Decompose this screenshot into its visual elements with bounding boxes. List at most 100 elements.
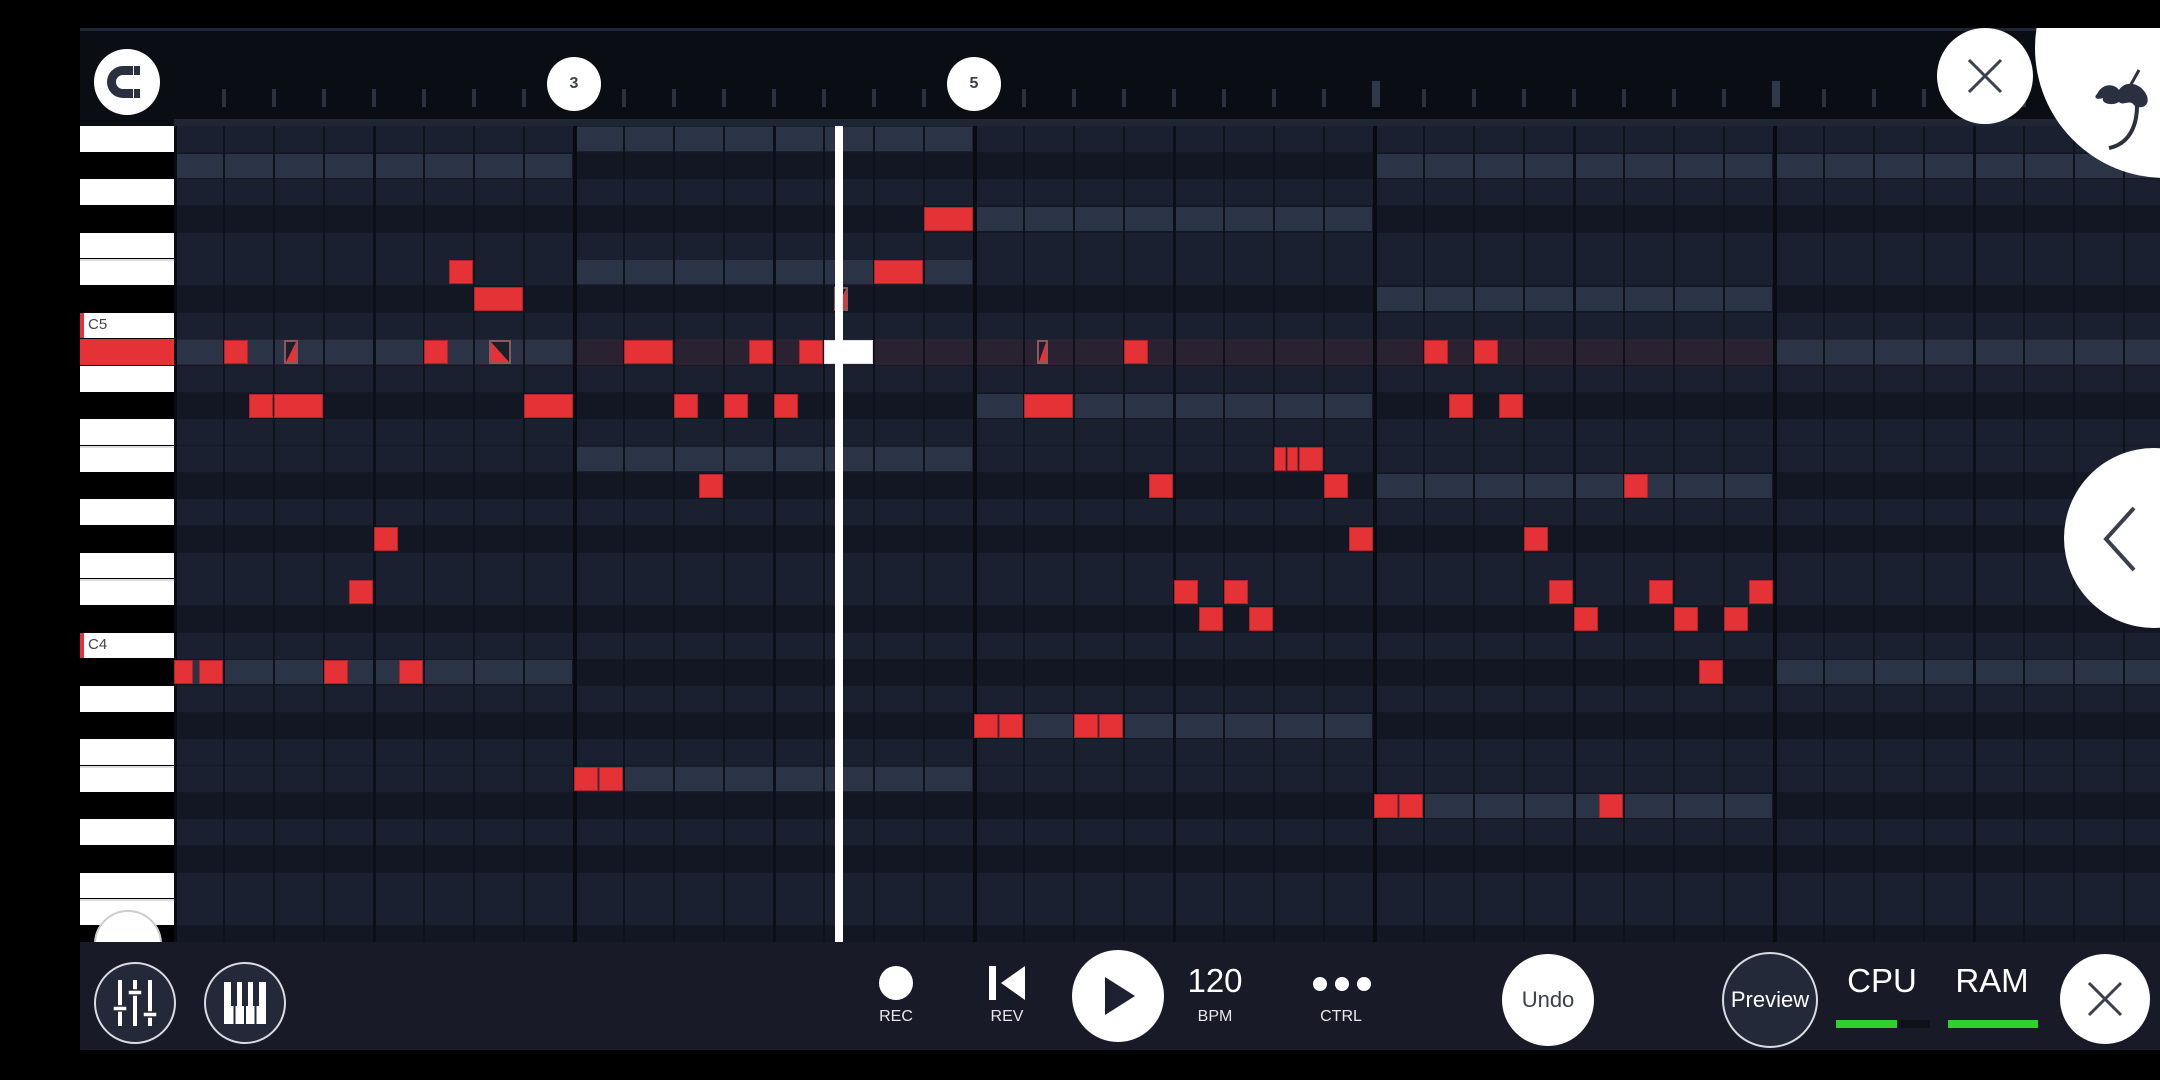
- piano-key-white[interactable]: [80, 126, 174, 152]
- piano-key-white[interactable]: [80, 366, 174, 392]
- note[interactable]: [1124, 340, 1148, 365]
- playhead[interactable]: [835, 126, 843, 942]
- close-piano-roll-button[interactable]: [1937, 28, 2033, 124]
- note[interactable]: [1649, 580, 1673, 605]
- note[interactable]: [374, 527, 398, 552]
- note[interactable]: [699, 473, 723, 498]
- piano-key-white[interactable]: [80, 766, 174, 792]
- bar-marker[interactable]: 3: [547, 57, 601, 111]
- piano-key-white[interactable]: [80, 232, 174, 259]
- note[interactable]: [1599, 793, 1623, 818]
- play-button[interactable]: [1072, 950, 1164, 1042]
- note[interactable]: [1249, 607, 1273, 632]
- grid-row[interactable]: [174, 446, 2160, 473]
- note[interactable]: [349, 580, 373, 605]
- grid-row[interactable]: [174, 579, 2160, 606]
- timeline-ruler[interactable]: 35: [80, 28, 2160, 129]
- note[interactable]: [799, 340, 823, 365]
- piano-roll-button[interactable]: [204, 962, 286, 1044]
- note[interactable]: [1274, 447, 1286, 472]
- note-grid[interactable]: [174, 126, 2160, 942]
- note[interactable]: [174, 660, 193, 685]
- note[interactable]: [249, 393, 273, 418]
- close-toolbar-button[interactable]: [2060, 954, 2150, 1044]
- note[interactable]: [1699, 660, 1723, 685]
- undo-button[interactable]: Undo: [1502, 954, 1594, 1046]
- ctrl-button[interactable]: [1312, 976, 1372, 992]
- grid-row[interactable]: [174, 526, 2160, 553]
- bar-marker[interactable]: 5: [947, 57, 1001, 111]
- grid-row[interactable]: [174, 926, 2160, 942]
- mixer-button[interactable]: [94, 962, 176, 1044]
- note[interactable]: [1549, 580, 1573, 605]
- rewind-button[interactable]: [989, 966, 1025, 1000]
- note[interactable]: [1149, 473, 1173, 498]
- note[interactable]: [874, 260, 923, 285]
- note[interactable]: [1174, 580, 1198, 605]
- note-short[interactable]: [489, 340, 511, 365]
- note[interactable]: [1286, 447, 1298, 472]
- piano-key-white[interactable]: [80, 259, 174, 285]
- note[interactable]: [749, 340, 773, 365]
- piano-key-white[interactable]: [80, 446, 174, 472]
- grid-row[interactable]: [174, 606, 2160, 633]
- note[interactable]: [199, 660, 223, 685]
- snap-magnet-button[interactable]: [94, 49, 160, 115]
- grid-row[interactable]: [174, 312, 2160, 339]
- piano-keyboard[interactable]: C5 C4: [80, 126, 174, 942]
- grid-row[interactable]: [174, 232, 2160, 259]
- note[interactable]: [1374, 793, 1398, 818]
- piano-key-white[interactable]: C4: [80, 632, 174, 659]
- piano-key-active[interactable]: [80, 339, 174, 366]
- piano-key-white[interactable]: [80, 819, 174, 846]
- note[interactable]: [1324, 473, 1348, 498]
- note[interactable]: [674, 393, 698, 418]
- note[interactable]: [224, 340, 248, 365]
- note[interactable]: [1674, 607, 1698, 632]
- note[interactable]: [449, 260, 473, 285]
- note[interactable]: [974, 713, 998, 738]
- note[interactable]: [1474, 340, 1498, 365]
- note[interactable]: [724, 393, 748, 418]
- note[interactable]: [1099, 713, 1123, 738]
- note[interactable]: [274, 393, 323, 418]
- grid-row[interactable]: [174, 286, 2160, 313]
- piano-key-white[interactable]: [80, 552, 174, 579]
- note-short[interactable]: [284, 340, 298, 365]
- note[interactable]: [474, 287, 523, 312]
- note[interactable]: [1224, 580, 1248, 605]
- note[interactable]: [599, 767, 623, 792]
- grid-row[interactable]: [174, 366, 2160, 393]
- note[interactable]: [1749, 580, 1773, 605]
- piano-key-white[interactable]: [80, 499, 174, 526]
- note[interactable]: [1524, 527, 1548, 552]
- piano-key-white[interactable]: [80, 419, 174, 446]
- piano-key-white[interactable]: C5: [80, 312, 174, 339]
- note[interactable]: [424, 340, 448, 365]
- note[interactable]: [1449, 393, 1473, 418]
- note[interactable]: [1349, 527, 1373, 552]
- grid-row[interactable]: [174, 846, 2160, 873]
- bpm-value[interactable]: 120: [1170, 962, 1260, 1000]
- note[interactable]: [1624, 473, 1648, 498]
- note[interactable]: [624, 340, 673, 365]
- record-button[interactable]: [879, 966, 913, 1000]
- note[interactable]: [399, 660, 423, 685]
- grid-row[interactable]: [174, 686, 2160, 713]
- grid-row[interactable]: [174, 632, 2160, 659]
- preview-button[interactable]: Preview: [1722, 952, 1818, 1048]
- piano-key-white[interactable]: [80, 179, 174, 205]
- piano-key-white[interactable]: [80, 872, 174, 899]
- piano-key-white[interactable]: [80, 739, 174, 766]
- note[interactable]: [1424, 340, 1448, 365]
- note[interactable]: [574, 767, 598, 792]
- note-short[interactable]: [1036, 340, 1048, 365]
- note[interactable]: [1299, 447, 1323, 472]
- note[interactable]: [1074, 713, 1098, 738]
- grid-row[interactable]: [174, 899, 2160, 926]
- grid-row[interactable]: [174, 739, 2160, 766]
- grid-row[interactable]: [174, 766, 2160, 793]
- note[interactable]: [1499, 393, 1523, 418]
- note[interactable]: [324, 660, 348, 685]
- note[interactable]: [1399, 793, 1423, 818]
